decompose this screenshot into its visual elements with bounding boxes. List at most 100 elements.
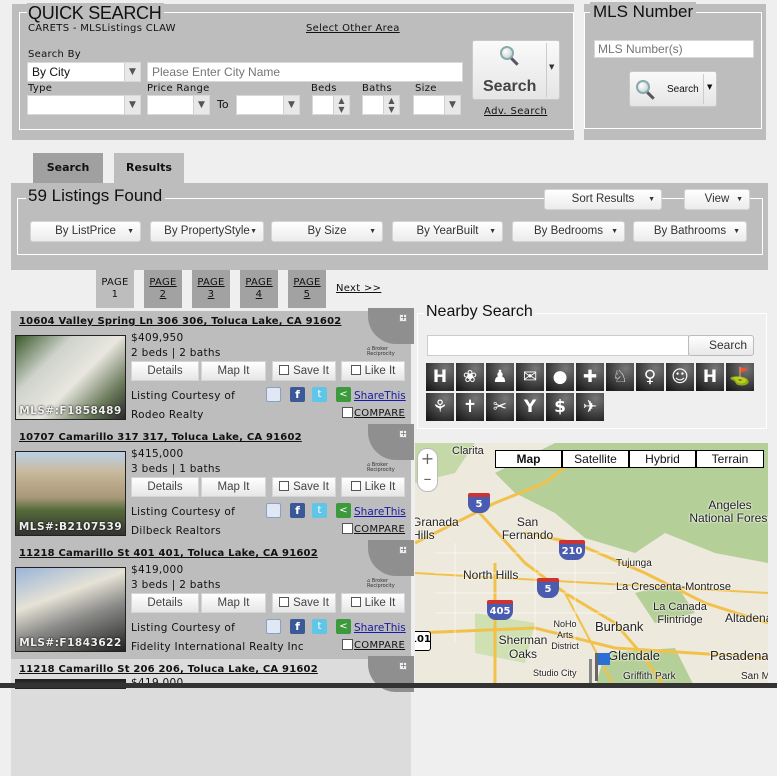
price-to-select[interactable]: ▼: [236, 95, 300, 115]
filter-button[interactable]: By Size ▼: [271, 221, 383, 242]
share-icon[interactable]: <: [336, 503, 351, 518]
filter-button[interactable]: By PropertyStyle ▼: [150, 221, 264, 242]
twitter-icon[interactable]: t: [312, 387, 327, 402]
type-select[interactable]: ▼: [27, 95, 141, 115]
expand-icon[interactable]: +: [399, 314, 407, 322]
listing-address-link[interactable]: 11218 Camarillo St 206 206, Toluca Lake,…: [19, 664, 318, 675]
map-it-button[interactable]: Map It: [201, 361, 266, 381]
dropdown-arrow-icon[interactable]: ▼: [707, 83, 712, 91]
map-type-satellite[interactable]: Satellite: [562, 450, 629, 468]
checkbox[interactable]: [279, 365, 290, 375]
details-button[interactable]: Details: [131, 477, 199, 497]
map-type-map[interactable]: Map: [495, 450, 562, 468]
compare-checkbox[interactable]: COMPARE: [342, 407, 405, 419]
listing-photo[interactable]: MLS#:B2107539: [15, 451, 126, 536]
expand-icon[interactable]: +: [399, 662, 407, 670]
details-button[interactable]: Details: [131, 593, 199, 613]
tab-results[interactable]: Results: [114, 153, 184, 183]
checkbox[interactable]: [350, 481, 361, 491]
tab-search[interactable]: Search: [33, 153, 103, 183]
save-it-button[interactable]: Save It: [272, 477, 336, 497]
like-it-button[interactable]: Like It: [341, 361, 405, 381]
page-link-4[interactable]: PAGE 4: [240, 270, 278, 308]
checkbox[interactable]: [342, 639, 353, 650]
sort-results-button[interactable]: Sort Results ▼: [544, 189, 662, 210]
select-other-area-link[interactable]: Select Other Area: [306, 23, 400, 34]
theater-icon[interactable]: ☺: [666, 363, 694, 391]
compare-checkbox[interactable]: COMPARE: [342, 523, 405, 535]
post-office-icon[interactable]: ✉: [516, 363, 544, 391]
map-it-button[interactable]: Map It: [201, 477, 266, 497]
page-link-3[interactable]: PAGE 3: [192, 270, 230, 308]
listing-photo[interactable]: MLS#:F1858489: [15, 335, 126, 420]
baths-stepper[interactable]: ▲ ▼: [362, 95, 400, 115]
park-icon[interactable]: ❀: [456, 363, 484, 391]
mls-search-button[interactable]: Search ▼: [629, 71, 717, 107]
share-this-link[interactable]: ShareThis: [354, 622, 406, 634]
map-view[interactable]: + – Map Satellite Hybrid Terrain Clarita…: [415, 443, 768, 688]
expand-icon[interactable]: +: [399, 546, 407, 554]
expand-icon[interactable]: +: [399, 430, 407, 438]
email-icon[interactable]: [266, 387, 281, 402]
mls-number-input[interactable]: [594, 40, 754, 58]
hospital-icon[interactable]: H: [696, 363, 724, 391]
school-icon[interactable]: ♟: [486, 363, 514, 391]
save-it-button[interactable]: Save It: [272, 593, 336, 613]
size-select[interactable]: ▼: [413, 95, 461, 115]
art-icon[interactable]: ●: [546, 363, 574, 391]
filter-button[interactable]: By ListPrice ▼: [30, 221, 141, 242]
map-type-terrain[interactable]: Terrain: [696, 450, 764, 468]
checkbox[interactable]: [350, 365, 361, 375]
filter-button[interactable]: By YearBuilt ▼: [392, 221, 503, 242]
checkbox[interactable]: [350, 597, 361, 607]
share-this-link[interactable]: ShareThis: [354, 506, 406, 518]
view-button[interactable]: View ▼: [684, 189, 750, 210]
hospital-staff-icon[interactable]: ♀: [636, 363, 664, 391]
filter-button[interactable]: By Bathrooms ▼: [633, 221, 747, 242]
city-input[interactable]: [147, 62, 463, 82]
next-page-link[interactable]: Next >>: [336, 283, 381, 294]
email-icon[interactable]: [266, 503, 281, 518]
florist-icon[interactable]: ⚘: [426, 393, 454, 421]
checkbox[interactable]: [342, 523, 353, 534]
pet-icon[interactable]: ♘: [606, 363, 634, 391]
map-type-hybrid[interactable]: Hybrid: [629, 450, 696, 468]
facebook-icon[interactable]: f: [290, 619, 305, 634]
medical-icon[interactable]: ✚: [576, 363, 604, 391]
page-link-2[interactable]: PAGE 2: [144, 270, 182, 308]
save-it-button[interactable]: Save It: [272, 361, 336, 381]
like-it-button[interactable]: Like It: [341, 477, 405, 497]
pet-hotel-icon[interactable]: H: [426, 363, 454, 391]
quick-search-button[interactable]: Search ▼: [472, 40, 560, 100]
facebook-icon[interactable]: f: [290, 503, 305, 518]
up-down-arrows-icon[interactable]: ▲ ▼: [333, 96, 349, 114]
advanced-search-link[interactable]: Adv. Search: [484, 106, 547, 117]
compare-checkbox[interactable]: COMPARE: [342, 639, 405, 651]
filter-button[interactable]: By Bedrooms ▼: [512, 221, 625, 242]
email-icon[interactable]: [266, 619, 281, 634]
church-icon[interactable]: ✝: [456, 393, 484, 421]
map-marker-icon[interactable]: [587, 653, 610, 683]
beds-stepper[interactable]: ▲ ▼: [312, 95, 350, 115]
checkbox[interactable]: [342, 407, 353, 418]
map-it-button[interactable]: Map It: [201, 593, 266, 613]
listing-photo[interactable]: MLS#:F1843622: [15, 567, 126, 652]
listing-address-link[interactable]: 10604 Valley Spring Ln 306 306, Toluca L…: [19, 316, 341, 327]
bar-icon[interactable]: Y: [516, 393, 544, 421]
up-down-arrows-icon[interactable]: ▲ ▼: [383, 96, 399, 114]
share-icon[interactable]: <: [336, 619, 351, 634]
zoom-out-icon[interactable]: –: [418, 469, 437, 489]
twitter-icon[interactable]: t: [312, 503, 327, 518]
search-by-select[interactable]: By City ▼: [27, 62, 141, 82]
checkbox[interactable]: [279, 481, 290, 491]
page-link-5[interactable]: PAGE 5: [288, 270, 326, 308]
listing-address-link[interactable]: 11218 Camarillo St 401 401, Toluca Lake,…: [19, 548, 318, 559]
share-this-link[interactable]: ShareThis: [354, 390, 406, 402]
details-button[interactable]: Details: [131, 361, 199, 381]
listing-address-link[interactable]: 10707 Camarillo 317 317, Toluca Lake, CA…: [19, 432, 302, 443]
airport-icon[interactable]: ✈: [576, 393, 604, 421]
nearby-search-input[interactable]: [427, 335, 689, 356]
zoom-in-icon[interactable]: +: [418, 449, 437, 469]
price-from-select[interactable]: ▼: [147, 95, 210, 115]
bank-icon[interactable]: $: [546, 393, 574, 421]
